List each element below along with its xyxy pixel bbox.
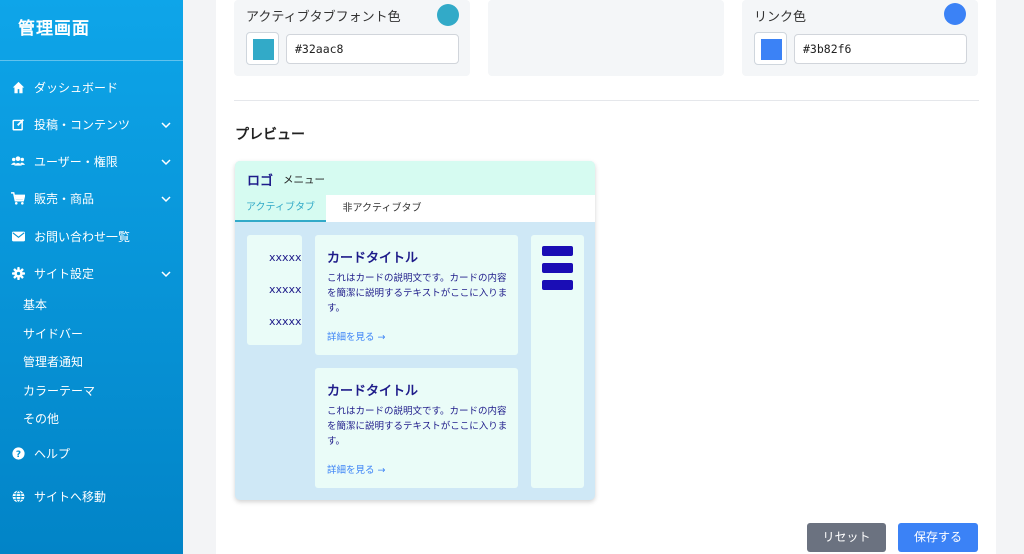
hamburger-bar bbox=[542, 246, 573, 256]
sidebar-subitem-basic[interactable]: 基本 bbox=[23, 296, 47, 313]
preview-sidebar-item: xxxxx bbox=[269, 283, 302, 296]
preview-card: カードタイトル これはカードの説明文です。カードの内容を簡潔に説明するテキストが… bbox=[315, 235, 518, 355]
link-color-picker[interactable] bbox=[754, 32, 787, 65]
svg-text:?: ? bbox=[15, 449, 20, 459]
preview-right-column bbox=[531, 235, 584, 488]
color-swatch bbox=[253, 39, 274, 60]
users-icon bbox=[11, 154, 25, 168]
reset-button[interactable]: リセット bbox=[807, 523, 886, 552]
preview-card-link: 詳細を見る → bbox=[327, 465, 386, 476]
link-color-dot bbox=[944, 3, 966, 25]
sidebar-item-site-settings[interactable]: サイト設定 bbox=[0, 258, 183, 288]
preview-heading: プレビュー bbox=[235, 127, 305, 143]
hamburger-bar bbox=[542, 280, 573, 290]
sidebar-item-label: 販売・商品 bbox=[34, 191, 95, 206]
sidebar-item-label: サイトへ移動 bbox=[34, 489, 107, 504]
active-tab-font-color-picker[interactable] bbox=[246, 32, 279, 65]
theme-preview: ロゴ メニュー アクティブタブ 非アクティブタブ xxxxx xxxxx xxx… bbox=[235, 161, 595, 500]
globe-icon bbox=[11, 489, 25, 503]
sidebar-item-sales[interactable]: 販売・商品 bbox=[0, 183, 183, 213]
active-tab-font-color-panel: アクティブタブフォント色 #32aac8 bbox=[234, 0, 470, 76]
active-tab-font-color-dot bbox=[437, 4, 459, 26]
preview-tab-active: アクティブタブ bbox=[235, 195, 326, 222]
sidebar-subitem-other[interactable]: その他 bbox=[23, 410, 59, 427]
preview-card-description: これはカードの説明文です。カードの内容を簡潔に説明するテキストがここに入ります。 bbox=[327, 273, 508, 314]
preview-card-description: これはカードの説明文です。カードの内容を簡潔に説明するテキストがここに入ります。 bbox=[327, 406, 508, 447]
chevron-down-icon bbox=[161, 156, 171, 166]
link-color-label: リンク色 bbox=[754, 10, 807, 25]
app-title: 管理画面 bbox=[18, 19, 90, 39]
empty-settings-panel bbox=[488, 0, 724, 76]
chevron-down-icon bbox=[161, 193, 171, 203]
preview-card-link: 詳細を見る → bbox=[327, 332, 386, 343]
save-button[interactable]: 保存する bbox=[898, 523, 978, 552]
sidebar-item-label: お問い合わせ一覧 bbox=[34, 229, 131, 244]
sidebar-item-help[interactable]: ? ヘルプ bbox=[0, 438, 183, 468]
sidebar-subitem-admin-notify[interactable]: 管理者通知 bbox=[23, 353, 83, 370]
preview-sidebar-item: xxxxx bbox=[269, 315, 302, 328]
edit-icon bbox=[11, 117, 25, 131]
preview-logo: ロゴ bbox=[247, 174, 274, 189]
sidebar-item-label: ダッシュボード bbox=[34, 80, 119, 95]
sidebar-item-users[interactable]: ユーザー・権限 bbox=[0, 146, 183, 176]
envelope-icon bbox=[11, 229, 25, 243]
chevron-down-icon bbox=[161, 119, 171, 129]
sidebar-divider bbox=[0, 60, 183, 61]
preview-sidebar: xxxxx xxxxx xxxxx bbox=[247, 235, 302, 345]
sidebar: 管理画面 ダッシュボード 投稿・コンテンツ ユーザー・権限 販売・商品 お問い合… bbox=[0, 0, 183, 554]
color-swatch bbox=[761, 39, 782, 60]
preview-card-title: カードタイトル bbox=[327, 251, 419, 266]
sidebar-item-label: 投稿・コンテンツ bbox=[34, 117, 131, 132]
preview-header: ロゴ メニュー bbox=[235, 161, 595, 195]
hamburger-bar bbox=[542, 263, 573, 273]
cart-icon bbox=[11, 191, 25, 205]
sidebar-item-label: ユーザー・権限 bbox=[34, 154, 118, 169]
preview-tab-inactive: 非アクティブタブ bbox=[342, 203, 422, 214]
sidebar-item-label: サイト設定 bbox=[34, 266, 95, 281]
sidebar-item-goto-site[interactable]: サイトへ移動 bbox=[0, 481, 183, 511]
sidebar-item-label: ヘルプ bbox=[34, 446, 71, 461]
preview-tabs: アクティブタブ 非アクティブタブ bbox=[235, 195, 595, 222]
sidebar-item-dashboard[interactable]: ダッシュボード bbox=[0, 72, 183, 102]
active-tab-font-color-input[interactable]: #32aac8 bbox=[286, 34, 459, 64]
preview-sidebar-item: xxxxx bbox=[269, 251, 302, 264]
home-icon bbox=[11, 80, 25, 94]
chevron-down-icon bbox=[161, 268, 171, 278]
link-color-panel: リンク色 #3b82f6 bbox=[742, 0, 978, 76]
section-divider bbox=[234, 100, 979, 101]
link-color-input[interactable]: #3b82f6 bbox=[794, 34, 967, 64]
gear-icon bbox=[11, 266, 25, 280]
main-content: アクティブタブフォント色 #32aac8 リンク色 #3b82f6 プレビュー … bbox=[216, 0, 996, 554]
sidebar-subitem-sidebar[interactable]: サイドバー bbox=[23, 325, 83, 342]
preview-card: カードタイトル これはカードの説明文です。カードの内容を簡潔に説明するテキストが… bbox=[315, 368, 518, 488]
help-icon: ? bbox=[11, 446, 25, 460]
preview-menu: メニュー bbox=[283, 174, 325, 186]
sidebar-item-posts[interactable]: 投稿・コンテンツ bbox=[0, 109, 183, 139]
preview-card-title: カードタイトル bbox=[327, 384, 419, 399]
active-tab-font-color-label: アクティブタブフォント色 bbox=[246, 10, 401, 25]
sidebar-item-contact[interactable]: お問い合わせ一覧 bbox=[0, 221, 183, 251]
sidebar-subitem-color-theme[interactable]: カラーテーマ bbox=[23, 382, 95, 399]
